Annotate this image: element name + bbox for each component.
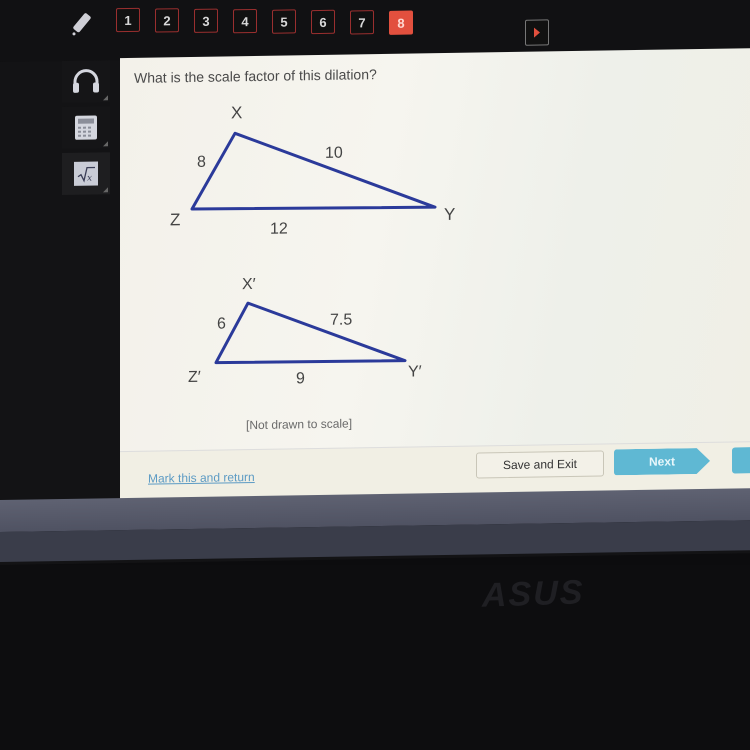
side-zx-label: 8 — [197, 154, 206, 171]
laptop-screen: 1 2 3 4 5 6 7 8 x What is the scale fact… — [0, 0, 750, 565]
question-3-button[interactable]: 3 — [194, 8, 218, 33]
vertex-z-label: Z — [170, 210, 180, 229]
next-button[interactable]: Next — [614, 448, 710, 476]
next-question-button[interactable] — [525, 19, 549, 46]
question-4-button[interactable]: 4 — [233, 8, 257, 34]
triangle-xyz — [190, 131, 437, 211]
vertex-x-prime-label: X′ — [242, 276, 256, 293]
question-prompt: What is the scale factor of this dilatio… — [134, 66, 377, 86]
brand-logo: ASUS — [482, 573, 585, 615]
submit-button-partial[interactable] — [732, 447, 750, 474]
calculator-icon — [75, 115, 97, 140]
save-and-exit-button[interactable]: Save and Exit — [476, 450, 604, 479]
vertex-x-label: X — [231, 103, 242, 122]
side-zy-prime-label: 9 — [296, 370, 305, 387]
play-arrow-icon — [534, 27, 540, 38]
not-to-scale-caption: [Not drawn to scale] — [246, 416, 353, 433]
vertex-y-prime-label: Y′ — [408, 363, 422, 380]
question-7-button[interactable]: 7 — [350, 10, 374, 35]
question-6-button[interactable]: 6 — [311, 9, 335, 35]
triangle-xyz-prime — [214, 301, 407, 365]
corner-indicator — [103, 141, 108, 147]
calculator-tool-button[interactable] — [62, 106, 110, 150]
vertex-z-prime-label: Z′ — [188, 369, 201, 386]
corner-indicator — [103, 95, 108, 101]
square-root-icon: x — [74, 161, 98, 186]
headphones-icon — [73, 69, 99, 93]
side-zy-label: 12 — [270, 220, 288, 237]
side-xy-label: 10 — [325, 145, 343, 162]
formula-tool-button[interactable]: x — [62, 152, 110, 196]
laptop-bezel: ASUS — [0, 565, 750, 750]
corner-indicator — [103, 187, 108, 193]
audio-tool-button[interactable] — [62, 60, 110, 104]
question-panel: What is the scale factor of this dilatio… — [120, 48, 750, 500]
question-2-button[interactable]: 2 — [155, 8, 179, 33]
vertex-y-label: Y — [444, 205, 455, 224]
question-1-button[interactable]: 1 — [116, 7, 140, 33]
question-navigation: 1 2 3 4 5 6 7 8 — [116, 4, 413, 40]
question-5-button[interactable]: 5 — [272, 9, 296, 34]
side-xy-prime-label: 7.5 — [330, 311, 352, 328]
side-zx-prime-label: 6 — [217, 315, 226, 332]
svg-text:x: x — [87, 174, 92, 184]
dilation-figure: X Y Z 8 10 12 X′ Y′ Z′ 6 7.5 9 — [170, 103, 455, 387]
pencil-icon[interactable] — [68, 8, 98, 38]
question-8-button[interactable]: 8 — [389, 10, 413, 35]
side-tools: x — [62, 60, 118, 199]
mark-and-return-link[interactable]: Mark this and return — [148, 470, 255, 486]
